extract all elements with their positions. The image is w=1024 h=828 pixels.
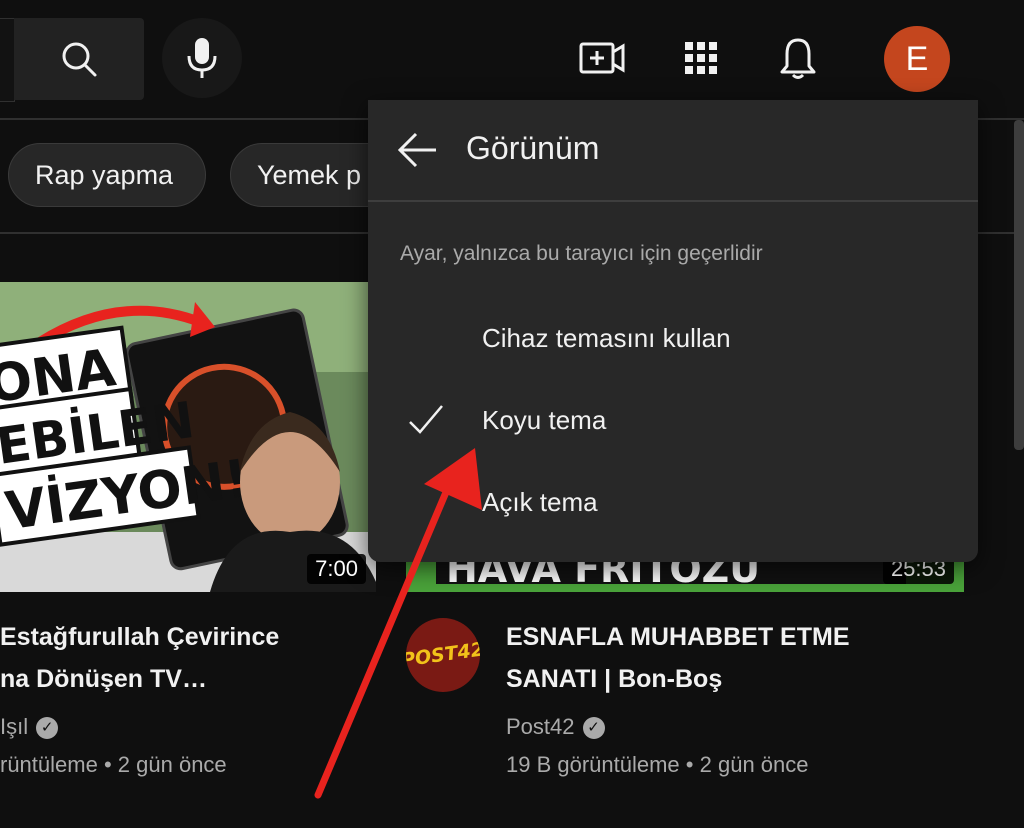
back-arrow-icon[interactable] <box>396 130 440 170</box>
create-video-icon <box>579 42 625 74</box>
menu-item-light-theme[interactable]: Açık tema <box>368 462 978 542</box>
video-title-line1[interactable]: Estağfurullah Çevirince <box>0 616 380 658</box>
notifications-bell-icon <box>780 38 816 79</box>
meta-separator: • <box>685 752 694 777</box>
video-thumbnail-1[interactable]: ONA EBİLEN VİZYON! 7:00 <box>0 282 376 592</box>
menu-item-label: Açık tema <box>482 486 598 517</box>
verified-check-icon: ✓ <box>582 717 605 740</box>
upload-age: 2 gün önce <box>699 752 809 777</box>
channel-avatar[interactable]: POST42 <box>406 618 480 692</box>
channel-avatar-logo: POST42 <box>406 638 480 672</box>
menu-title: Görünüm <box>466 130 600 166</box>
view-count: rüntüleme <box>0 752 98 777</box>
view-count: 19 B görüntüleme <box>506 752 680 777</box>
chip-rap-yapma[interactable]: Rap yapma <box>8 143 206 207</box>
video-title-line2[interactable]: na Dönüşen TV… <box>0 658 380 700</box>
menu-item-device-theme[interactable]: Cihaz temasını kullan <box>368 298 978 378</box>
menu-note: Ayar, yalnızca bu tarayıcı için geçerlid… <box>400 242 763 265</box>
account-avatar[interactable]: E <box>884 26 950 92</box>
search-input[interactable] <box>0 18 15 102</box>
meta-separator: • <box>103 752 112 777</box>
video-info-1: Estağfurullah Çevirince na Dönüşen TV… I… <box>0 616 380 784</box>
menu-header: Görünüm <box>368 100 978 202</box>
appearance-menu: Görünüm Ayar, yalnızca bu tarayıcı için … <box>368 100 978 562</box>
checkmark-icon <box>409 405 443 434</box>
video-title-line2[interactable]: SANATI | Bon-Boş <box>506 658 1006 700</box>
apps-button[interactable] <box>673 30 729 86</box>
page-scrollbar[interactable] <box>1014 120 1024 450</box>
channel-name[interactable]: Işıl <box>0 714 28 739</box>
video-duration: 7:00 <box>307 554 366 584</box>
create-button[interactable] <box>574 30 630 86</box>
menu-item-dark-theme[interactable]: Koyu tema <box>368 380 978 460</box>
upload-age: 2 gün önce <box>117 752 227 777</box>
notifications-button[interactable] <box>770 30 826 86</box>
video-title-line1[interactable]: ESNAFLA MUHABBET ETME <box>506 616 1006 658</box>
menu-item-label: Koyu tema <box>482 404 607 435</box>
thumbnail-image: ONA EBİLEN VİZYON! <box>0 282 376 592</box>
verified-check-icon: ✓ <box>36 717 59 740</box>
search-icon <box>62 42 97 77</box>
apps-grid-icon <box>685 42 717 74</box>
mic-icon <box>187 38 217 78</box>
voice-search-button[interactable] <box>162 18 242 98</box>
video-info-2: ESNAFLA MUHABBET ETME SANATI | Bon-Boş P… <box>506 616 1006 784</box>
channel-name[interactable]: Post42 <box>506 714 575 739</box>
search-button[interactable] <box>14 18 144 100</box>
menu-item-label: Cihaz temasını kullan <box>482 322 731 353</box>
